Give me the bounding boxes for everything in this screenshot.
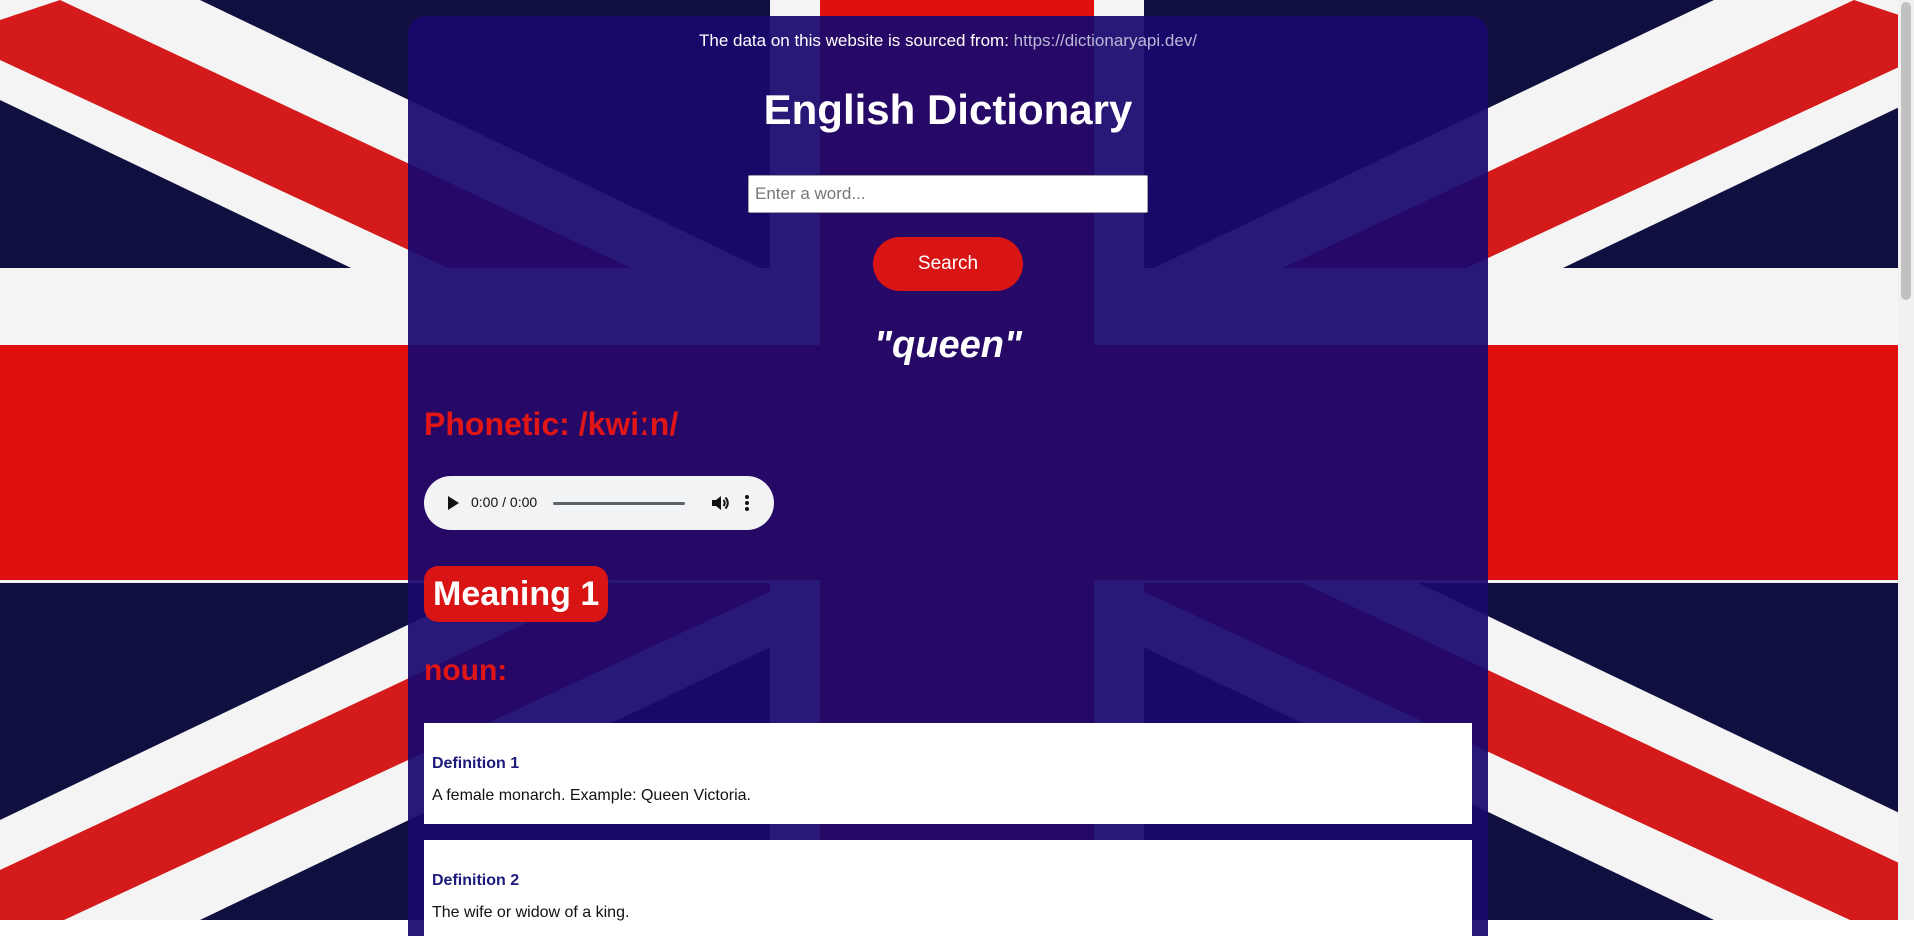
play-icon[interactable] <box>448 496 459 510</box>
page-title: English Dictionary <box>763 86 1133 133</box>
dictionary-panel: The data on this website is sourced from… <box>408 16 1488 940</box>
definition-title: Definition 2 <box>432 872 520 889</box>
phonetic-text: Phonetic: /kwiːn/ <box>424 406 679 442</box>
more-options-icon[interactable] <box>743 492 751 514</box>
audio-time: 0:00 / 0:00 <box>471 494 538 510</box>
definition-text: A female monarch. Example: Queen Victori… <box>432 787 751 804</box>
audio-progress-slider[interactable] <box>553 502 685 505</box>
volume-icon[interactable] <box>709 492 731 514</box>
source-link[interactable]: https://dictionaryapi.dev/ <box>1014 31 1197 50</box>
source-credit: The data on this website is sourced from… <box>408 31 1488 51</box>
part-of-speech: noun: <box>424 654 508 687</box>
definition-title: Definition 1 <box>432 755 520 772</box>
searched-word: "queen" <box>874 324 1022 366</box>
search-button[interactable]: Search <box>873 237 1023 291</box>
source-text: The data on this website is sourced from… <box>699 31 1009 50</box>
audio-player[interactable]: 0:00 / 0:00 <box>424 476 774 530</box>
search-input[interactable] <box>748 175 1148 213</box>
definition-text: The wife or widow of a king. <box>432 904 630 921</box>
page-scrollbar[interactable] <box>1898 0 1914 920</box>
meaning-badge: Meaning 1 <box>424 566 609 622</box>
scrollbar-thumb[interactable] <box>1901 2 1911 300</box>
definition-card: Definition 1 A female monarch. Example: … <box>424 723 1472 824</box>
definition-card: Definition 2 The wife or widow of a king… <box>424 840 1472 940</box>
